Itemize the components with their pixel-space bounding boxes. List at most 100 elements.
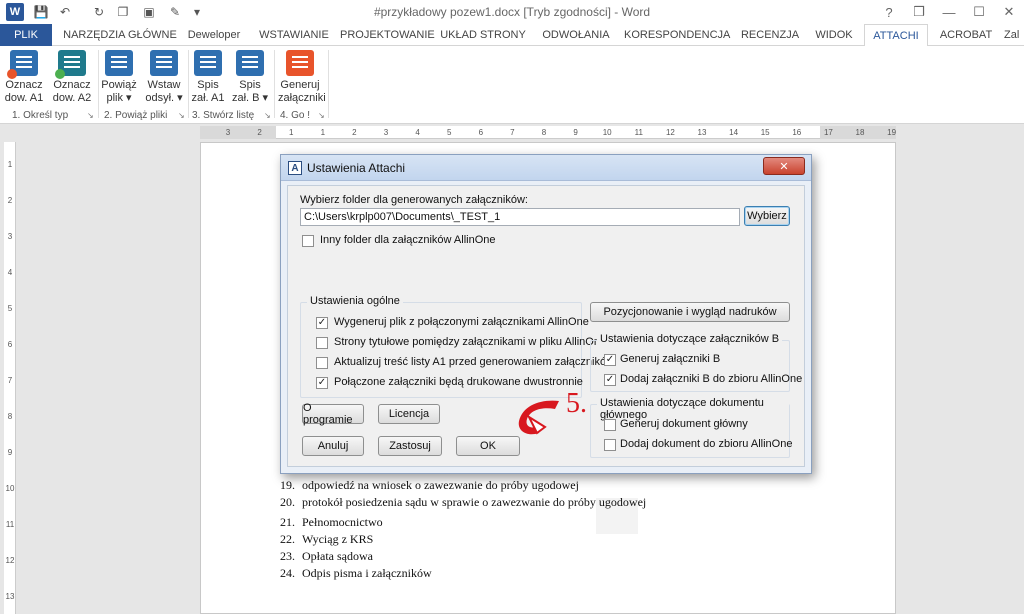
annotation-arrow-icon <box>518 400 559 435</box>
close-window-button[interactable]: ✕ <box>994 0 1024 24</box>
ruler-tick: 9 <box>7 448 13 457</box>
button-label: zał. A1 <box>191 92 225 104</box>
about-button[interactable]: O programie <box>302 402 364 426</box>
annotation-step-number: 5. <box>566 388 587 419</box>
group-label-powiaz-pliki: 2. Powiąż pliki <box>104 110 168 121</box>
generate-icon <box>286 50 314 76</box>
button-label: Powiąż <box>101 79 137 91</box>
dialog-title-bar[interactable]: A Ustawienia Attachi ✕ <box>281 155 811 181</box>
tab-acrobat[interactable]: ACROBAT <box>932 24 1000 46</box>
tab-deweloper[interactable]: Deweloper <box>184 24 244 46</box>
window-controls: ? ❒ — ☐ ✕ <box>874 0 1024 24</box>
mark-doc-a2-icon <box>55 50 86 79</box>
document-list[interactable]: 19. odpowiedź na wniosek o zawezwanie do … <box>280 477 840 582</box>
tab-narzedzia-glowne[interactable]: NARZĘDZIA GŁÓWNE <box>56 24 184 46</box>
group-label-go: 4. Go ! <box>280 110 311 121</box>
button-label: dow. A2 <box>52 92 92 104</box>
browse-button[interactable]: Wybierz <box>744 206 790 226</box>
link-icon <box>105 50 133 76</box>
general-option-checkbox-3[interactable] <box>316 357 328 369</box>
tab-korespondencja[interactable]: KORESPONDENCJA <box>624 24 730 46</box>
ruler-tick: 6 <box>478 128 484 137</box>
title-bar: W 💾 ↶ ↻ ❐ ▣ ✎ ▾ #przykładowy pozew1.docx… <box>0 0 1024 24</box>
add-b-checkbox[interactable] <box>604 374 616 386</box>
tab-widok[interactable]: WIDOK <box>808 24 860 46</box>
insert-reference-icon <box>150 50 178 76</box>
general-option-checkbox-4[interactable] <box>316 377 328 389</box>
ruler-tick: 1 <box>288 128 294 137</box>
add-b-label: Dodaj załączniki B do zbioru AllinOne <box>620 373 803 385</box>
list-item[interactable]: 21. Pełnomocnictwo <box>280 514 840 531</box>
generate-main-label: Generuj dokument główny <box>620 418 748 430</box>
list-item[interactable]: 20. protokół posiedzenia sądu w sprawie o… <box>280 494 840 511</box>
generate-attachments-button[interactable]: Generuj załączniki <box>278 50 326 105</box>
button-label: Generuj <box>280 79 320 91</box>
ruler-tick: 3 <box>225 128 231 137</box>
vertical-ruler[interactable]: 1 2 3 4 5 6 7 8 9 10 11 12 13 <box>4 142 16 614</box>
folder-label: Wybierz folder dla generowanych załączni… <box>300 194 528 206</box>
ruler-tick: 13 <box>697 128 707 137</box>
folder-path-input[interactable]: C:\Users\krplp007\Documents\_TEST_1 <box>300 208 740 226</box>
tab-recenzja[interactable]: RECENZJA <box>736 24 804 46</box>
button-label: Oznacz <box>5 79 43 91</box>
dialog-launcher-icon[interactable]: ↘ <box>87 111 94 120</box>
tab-plik[interactable]: PLIK <box>0 24 52 46</box>
ruler-tick: 13 <box>5 592 15 601</box>
list-item[interactable]: 22. Wyciąg z KRS <box>280 531 840 548</box>
dialog-close-button[interactable]: ✕ <box>763 157 805 175</box>
list-item[interactable]: 24. Odpis pisma i załączników <box>280 565 840 582</box>
tab-odwolania[interactable]: ODWOŁANIA <box>534 24 618 46</box>
list-item[interactable]: 19. odpowiedź na wniosek o zawezwanie do … <box>280 477 840 494</box>
ok-button[interactable]: OK <box>456 436 520 456</box>
button-label: plik ▾ <box>106 92 132 104</box>
general-option-checkbox-2[interactable] <box>316 337 328 349</box>
insert-reference-button[interactable]: Wstaw odsył. ▾ <box>142 50 186 105</box>
ribbon-display-button[interactable]: ❒ <box>904 0 934 24</box>
ruler-tick: 4 <box>7 268 13 277</box>
dialog-launcher-icon[interactable]: ↘ <box>318 111 325 120</box>
button-label: Wstaw <box>147 79 181 91</box>
dialog-launcher-icon[interactable]: ↘ <box>264 111 271 120</box>
add-main-checkbox[interactable] <box>604 439 616 451</box>
help-button[interactable]: ? <box>874 0 904 24</box>
list-item[interactable]: 23. Opłata sądowa <box>280 548 840 565</box>
mark-doc-a1-button[interactable]: Oznacz dow. A1 <box>2 50 46 105</box>
cancel-button[interactable]: Anuluj <box>302 436 364 456</box>
tab-wstawianie[interactable]: WSTAWIANIE <box>250 24 338 46</box>
list-b-button[interactable]: Spis zał. B ▾ <box>228 50 272 105</box>
ruler-tick: 2 <box>352 128 357 137</box>
tab-zal[interactable]: Zal <box>1004 24 1024 46</box>
ruler-tick: 12 <box>665 128 675 137</box>
generate-main-checkbox[interactable] <box>604 419 616 431</box>
other-folder-label: Inny folder dla załączników AllinOne <box>320 234 496 246</box>
mark-doc-a2-button[interactable]: Oznacz dow. A2 <box>50 50 94 105</box>
tab-projektowanie[interactable]: PROJEKTOWANIE <box>340 24 435 46</box>
group-label-okresl-typ: 1. Określ typ <box>12 110 69 121</box>
dialog-launcher-icon[interactable]: ↘ <box>178 111 185 120</box>
apply-button[interactable]: Zastosuj <box>378 436 442 456</box>
maximize-button[interactable]: ☐ <box>964 0 994 24</box>
generate-b-checkbox[interactable] <box>604 354 616 366</box>
ribbon: Oznacz dow. A1 Oznacz dow. A2 Powiąż pli… <box>0 46 1024 124</box>
button-label: zał. B ▾ <box>231 92 269 104</box>
ruler-tick: 1 <box>320 128 326 137</box>
generate-b-label: Generuj załączniki B <box>620 353 721 365</box>
ruler-tick: 9 <box>573 128 578 137</box>
other-folder-checkbox[interactable] <box>302 235 314 247</box>
ruler-tick: 5 <box>446 128 452 137</box>
list-a1-button[interactable]: Spis zał. A1 <box>186 50 230 105</box>
arrow-badge-icon <box>55 69 65 79</box>
button-label: Oznacz <box>53 79 91 91</box>
attachi-app-icon: A <box>288 161 302 175</box>
link-file-button[interactable]: Powiąż plik ▾ <box>97 50 141 105</box>
license-button[interactable]: Licencja <box>378 404 440 424</box>
positioning-button[interactable]: Pozycjonowanie i wygląd nadruków <box>590 302 790 322</box>
tab-attachi[interactable]: ATTACHI <box>864 24 928 47</box>
general-option-checkbox-1[interactable] <box>316 317 328 329</box>
dialog-title: Ustawienia Attachi <box>307 161 406 175</box>
ruler-tick: 8 <box>541 128 547 137</box>
minimize-button[interactable]: — <box>934 0 964 24</box>
button-label: Spis <box>197 79 219 91</box>
document-title: #przykładowy pozew1.docx [Tryb zgodności… <box>373 5 651 19</box>
tab-uklad-strony[interactable]: UKŁAD STRONY <box>438 24 528 46</box>
